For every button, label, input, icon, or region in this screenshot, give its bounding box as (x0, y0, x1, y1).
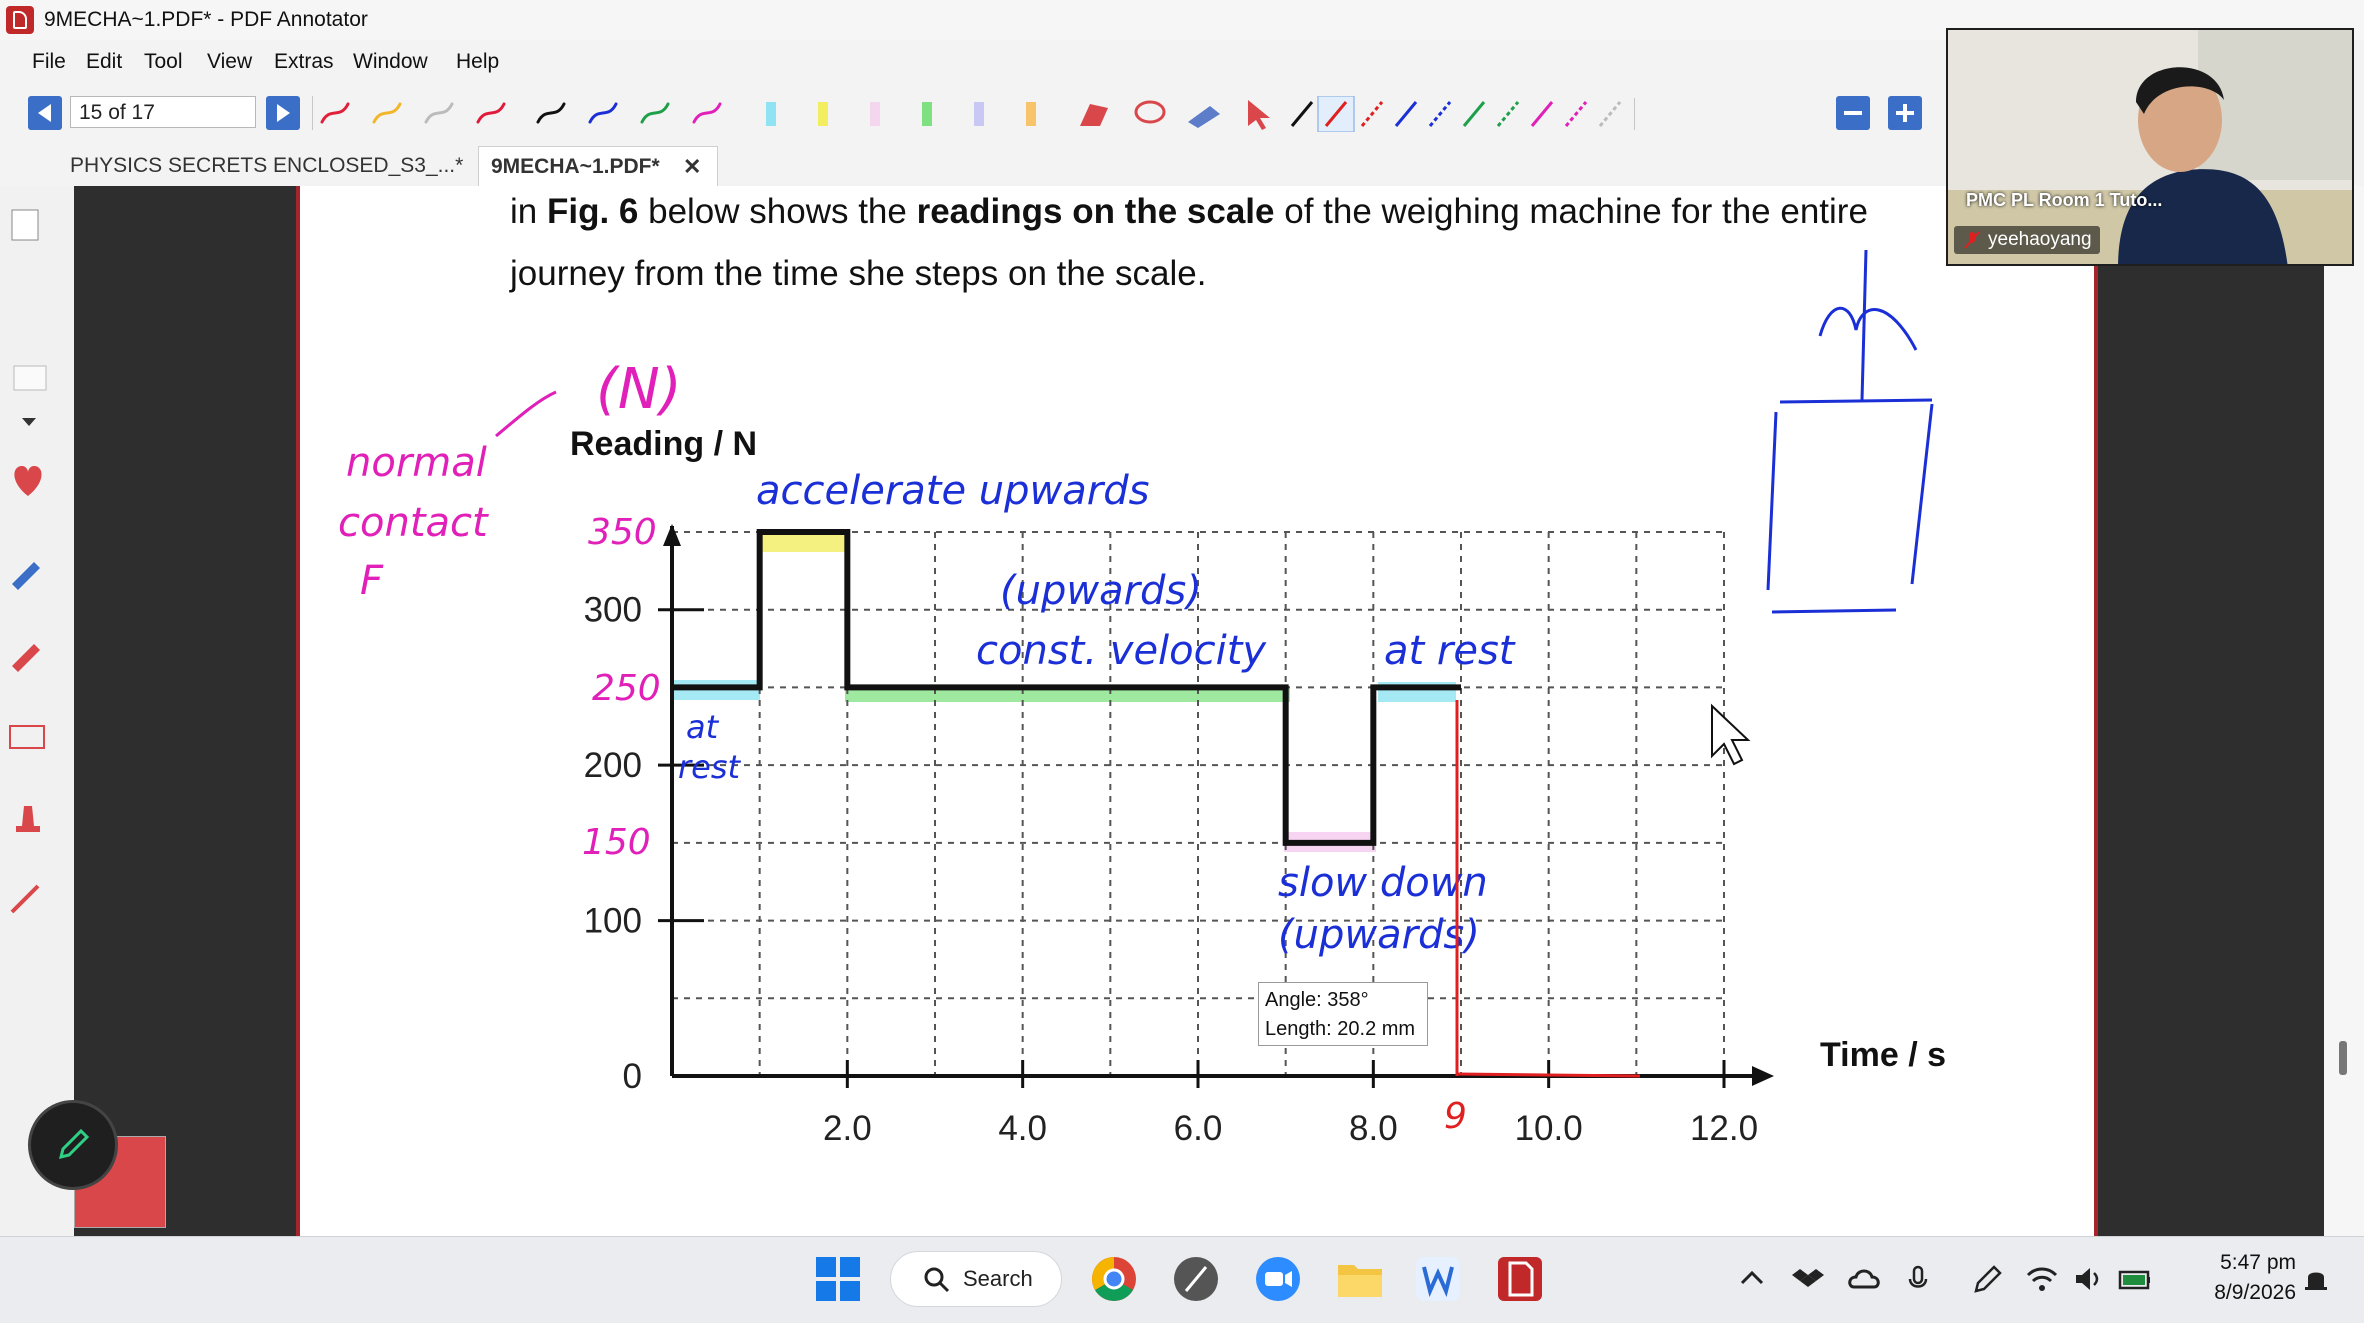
annotation-accelerate-upwards: accelerate upwards (756, 468, 1149, 514)
windows-taskbar: Search 5:47 pm 8/9/2026 (0, 1236, 2364, 1323)
annotation-y150: 150 (582, 822, 651, 863)
annotation-y250: 250 (592, 668, 661, 709)
microphone-icon[interactable] (1906, 1263, 1938, 1295)
y-tick-label: 200 (584, 746, 642, 785)
annotation-y350: 350 (588, 512, 657, 553)
battery-icon[interactable] (2118, 1263, 2150, 1295)
x-tick-label: 6.0 (1174, 1109, 1223, 1148)
annotation-contact: contact (338, 500, 489, 546)
zoom-icon[interactable] (1252, 1253, 1304, 1305)
mouse-cursor-icon (1711, 703, 1751, 766)
pdf-annotator-taskbar-icon[interactable] (1494, 1253, 1546, 1305)
x-tick-label: 2.0 (823, 1109, 872, 1148)
clock-date[interactable]: 8/9/2026 (2184, 1281, 2296, 1305)
graph-axes (663, 524, 1774, 1086)
annotation-const-velocity: const. velocity (976, 628, 1267, 674)
annotation-x9: 9 (1444, 1096, 1467, 1137)
y-tick-label: 300 (584, 591, 642, 630)
notification-bell-icon[interactable] (2300, 1263, 2332, 1295)
chevron-up-icon[interactable] (1736, 1263, 1768, 1295)
annotation-pen-fab[interactable] (28, 1100, 118, 1190)
volume-icon[interactable] (2072, 1263, 2104, 1295)
annotation-upwards-2: (upwards) (1278, 912, 1480, 958)
video-call-overlay[interactable]: PMC PL Room 1 Tuto... yeehaoyang (1946, 28, 2354, 266)
search-icon (924, 1267, 950, 1293)
x-tick-label: 8.0 (1349, 1109, 1398, 1148)
y-tick-label: 100 (584, 902, 642, 941)
clock-time[interactable]: 5:47 pm (2188, 1251, 2296, 1275)
file-explorer-icon[interactable] (1334, 1253, 1386, 1305)
chrome-icon[interactable] (1088, 1253, 1140, 1305)
y-tick-label: 0 (623, 1057, 642, 1096)
x-tick-label: 12.0 (1690, 1109, 1758, 1148)
measurement-tooltip: Angle: 358° Length: 20.2 mm (1258, 982, 1428, 1046)
wifi-icon[interactable] (2026, 1263, 2058, 1295)
y-axis-arrow (663, 524, 681, 546)
cloud-sync-icon[interactable] (1848, 1263, 1880, 1295)
mic-off-icon (1964, 231, 1980, 249)
word-app-icon[interactable] (1412, 1253, 1464, 1305)
annotation-at-rest-right: at rest (1384, 628, 1516, 674)
lift-sketch (1766, 249, 1934, 614)
x-tick-label: 10.0 (1515, 1109, 1583, 1148)
annotation-pointer-stroke (495, 390, 557, 438)
annotation-normal: normal (346, 440, 487, 486)
windows-start-icon[interactable] (812, 1253, 864, 1305)
x-axis-arrow (1752, 1066, 1774, 1086)
safari-browser-icon[interactable] (1170, 1253, 1222, 1305)
annotation-upwards: (upwards) (1000, 568, 1202, 614)
annotation-at-rest-left-1: at (686, 708, 720, 746)
red-horizontal-line (1456, 1072, 1641, 1078)
participant-name: yeehaoyang (1988, 229, 2092, 250)
pen-settings-icon[interactable] (1970, 1263, 2002, 1295)
participant-name-badge: yeehaoyang (1954, 226, 2100, 254)
meeting-room-name: PMC PL Room 1 Tuto... (1966, 190, 2163, 210)
taskbar-search-button[interactable]: Search (890, 1251, 1062, 1307)
dropbox-icon[interactable] (1792, 1263, 1824, 1295)
search-label: Search (963, 1266, 1033, 1291)
tooltip-length: Length: 20.2 mm (1265, 1018, 1416, 1040)
pencil-icon (58, 1128, 90, 1160)
annotation-unit-n: (N) (596, 357, 682, 422)
x-tick-label: 4.0 (998, 1109, 1047, 1148)
annotation-at-rest-left-2: rest (678, 748, 742, 786)
tooltip-angle: Angle: 358° (1265, 989, 1369, 1011)
annotation-f: F (360, 558, 384, 604)
y-axis-label: Reading / N (570, 425, 757, 463)
x-axis-label: Time / s (1820, 1036, 1946, 1074)
